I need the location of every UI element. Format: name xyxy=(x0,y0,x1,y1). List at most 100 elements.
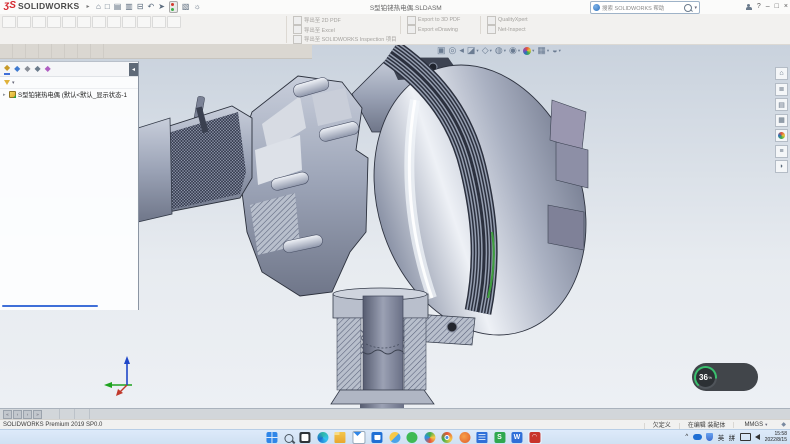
view-orientation-icon[interactable]: ▾ xyxy=(482,45,492,56)
tab-scroll-first[interactable]: « xyxy=(3,410,12,419)
onedrive-icon[interactable] xyxy=(693,434,702,440)
taskbar-app-icon[interactable] xyxy=(371,432,382,443)
display-icon[interactable] xyxy=(740,433,751,441)
ribbon-button[interactable] xyxy=(62,15,76,43)
search-input[interactable]: 搜索 SOLIDWORKS 帮助 xyxy=(602,4,682,12)
quick-access-icon[interactable] xyxy=(193,2,200,12)
taskbar-app-icon[interactable] xyxy=(266,432,277,443)
quick-access-icon[interactable] xyxy=(105,2,110,12)
ribbon-button[interactable] xyxy=(17,15,31,43)
feature-manager-tab-icon[interactable]: ◆ xyxy=(14,64,20,74)
volume-icon[interactable] xyxy=(755,434,760,440)
ribbon-button[interactable] xyxy=(2,15,16,43)
ribbon-button[interactable] xyxy=(122,15,136,43)
ribbon-tab[interactable] xyxy=(26,44,39,58)
task-pane-tab-icon[interactable] xyxy=(775,145,788,158)
ribbon-button[interactable] xyxy=(167,15,181,43)
taskbar-app-icon[interactable] xyxy=(441,432,452,443)
feature-tree-item[interactable]: ▸ xyxy=(0,169,138,178)
feature-tree-item[interactable]: ▸ xyxy=(0,265,138,274)
quick-access-icon[interactable] xyxy=(114,2,122,12)
ribbon-button[interactable] xyxy=(152,15,166,43)
close-button[interactable]: × xyxy=(784,3,788,10)
ribbon-export-button[interactable]: Net-Inspect xyxy=(487,26,547,34)
panel-collapse-button[interactable]: ◂ xyxy=(129,63,138,76)
units-selector[interactable]: MMGS ▾ xyxy=(733,422,777,428)
tree-filter-row[interactable]: ▾ xyxy=(0,77,138,89)
task-pane-tab-icon[interactable] xyxy=(775,67,788,80)
taskbar-app-icon[interactable] xyxy=(424,432,435,443)
tray-chevron-icon[interactable]: ^ xyxy=(685,434,688,440)
feature-tree-item[interactable]: ▸ xyxy=(0,178,138,187)
tab-scroll-prev[interactable]: ‹ xyxy=(13,410,22,419)
ribbon-button[interactable] xyxy=(77,15,91,43)
taskbar-app-icon[interactable] xyxy=(299,432,310,443)
tree-horizontal-scrollbar[interactable] xyxy=(2,305,98,307)
filter-dropdown-icon[interactable]: ▾ xyxy=(12,80,15,86)
section-view-icon[interactable]: ▾ xyxy=(467,45,479,56)
taskbar-app-icon[interactable] xyxy=(476,432,487,443)
feature-tree-item[interactable]: ▸ xyxy=(0,117,138,126)
login-icon[interactable] xyxy=(746,4,752,10)
feature-tree-item[interactable]: ▸ xyxy=(0,282,138,291)
taskbar-app-icon[interactable] xyxy=(494,432,505,443)
display-style-icon[interactable]: ▾ xyxy=(495,45,506,56)
feature-tree-item[interactable]: ▸ xyxy=(0,195,138,204)
taskbar-app-icon[interactable] xyxy=(529,432,540,443)
taskbar-app-icon[interactable] xyxy=(511,432,522,443)
zoom-fit-icon[interactable] xyxy=(437,45,446,56)
search-dropdown-icon[interactable]: ▾ xyxy=(694,5,697,11)
ribbon-export-button[interactable]: Export eDrawing xyxy=(407,26,479,34)
ribbon-export-button[interactable]: QualityXpert xyxy=(487,16,547,24)
task-pane-tab-icon[interactable] xyxy=(775,129,788,142)
taskbar-app-icon[interactable] xyxy=(406,432,417,443)
quick-access-icon[interactable] xyxy=(148,2,155,12)
ribbon-tab[interactable] xyxy=(39,44,52,58)
feature-tree-item[interactable]: ▸ xyxy=(0,273,138,282)
ribbon-tab[interactable] xyxy=(13,44,26,58)
ribbon-button[interactable] xyxy=(47,15,61,43)
quick-access-icon[interactable] xyxy=(137,2,144,12)
restore-button[interactable]: □ xyxy=(775,3,779,10)
language-indicator[interactable]: 英 xyxy=(718,432,725,442)
task-pane-tab-icon[interactable] xyxy=(775,160,788,173)
ribbon-export-button[interactable]: 导出至 2D PDF xyxy=(293,16,401,24)
search-icon[interactable] xyxy=(684,4,692,12)
ribbon-tab[interactable] xyxy=(0,44,13,58)
quick-access-icon[interactable] xyxy=(169,1,178,13)
security-shield-icon[interactable] xyxy=(706,433,713,441)
ribbon-button[interactable] xyxy=(92,15,106,43)
tab-scroll-last[interactable]: » xyxy=(33,410,42,419)
feature-tree-item[interactable]: ▸ xyxy=(0,204,138,213)
task-pane-tab-icon[interactable] xyxy=(775,114,788,127)
feature-manager-tab-icon[interactable]: ◆ xyxy=(34,64,40,74)
feature-manager-tab-icon[interactable]: ◆ xyxy=(45,64,51,74)
performance-overlay-badge[interactable]: 36% xyxy=(692,363,758,391)
view-settings-icon[interactable]: ▾ xyxy=(552,45,561,56)
tab-scroll-next[interactable]: › xyxy=(23,410,32,419)
ribbon-tab[interactable] xyxy=(78,44,91,58)
feature-tree-item[interactable]: ▸ xyxy=(0,160,138,169)
taskbar-app-icon[interactable] xyxy=(284,434,293,443)
feature-tree-item[interactable]: ▸ xyxy=(0,291,138,300)
task-pane-tab-icon[interactable] xyxy=(775,83,788,96)
help-button[interactable]: ? xyxy=(757,3,761,10)
feature-tree-item[interactable]: ▸ xyxy=(0,100,138,109)
feature-tree-item[interactable]: ▸ xyxy=(0,143,138,152)
ribbon-export-button[interactable]: Export to 3D PDF xyxy=(407,16,479,24)
status-tag-icon[interactable]: ◆ xyxy=(781,421,786,428)
taskbar-clock[interactable]: 15:58 2022/8/15 xyxy=(765,431,787,443)
quick-access-icon[interactable] xyxy=(96,2,101,12)
ribbon-tab[interactable] xyxy=(52,44,65,58)
ribbon-button[interactable] xyxy=(107,15,121,43)
minimize-button[interactable]: – xyxy=(766,3,770,10)
previous-view-icon[interactable] xyxy=(459,45,464,56)
feature-manager-tab-icon[interactable]: ◆ xyxy=(24,64,30,74)
quick-access-icon[interactable] xyxy=(158,2,165,12)
ribbon-export-button[interactable]: 导出至 SOLIDWORKS Inspection 项目 xyxy=(293,35,401,43)
feature-tree-item[interactable]: ▸ xyxy=(0,221,138,230)
feature-tree-root[interactable]: ▸ S型铂铑热电偶 (默认<默认_显示状态-1 xyxy=(0,90,138,100)
quick-access-icon[interactable] xyxy=(125,2,133,12)
logo-flyout-arrow[interactable]: ▸ xyxy=(87,3,90,10)
ribbon-tab[interactable] xyxy=(65,44,78,58)
